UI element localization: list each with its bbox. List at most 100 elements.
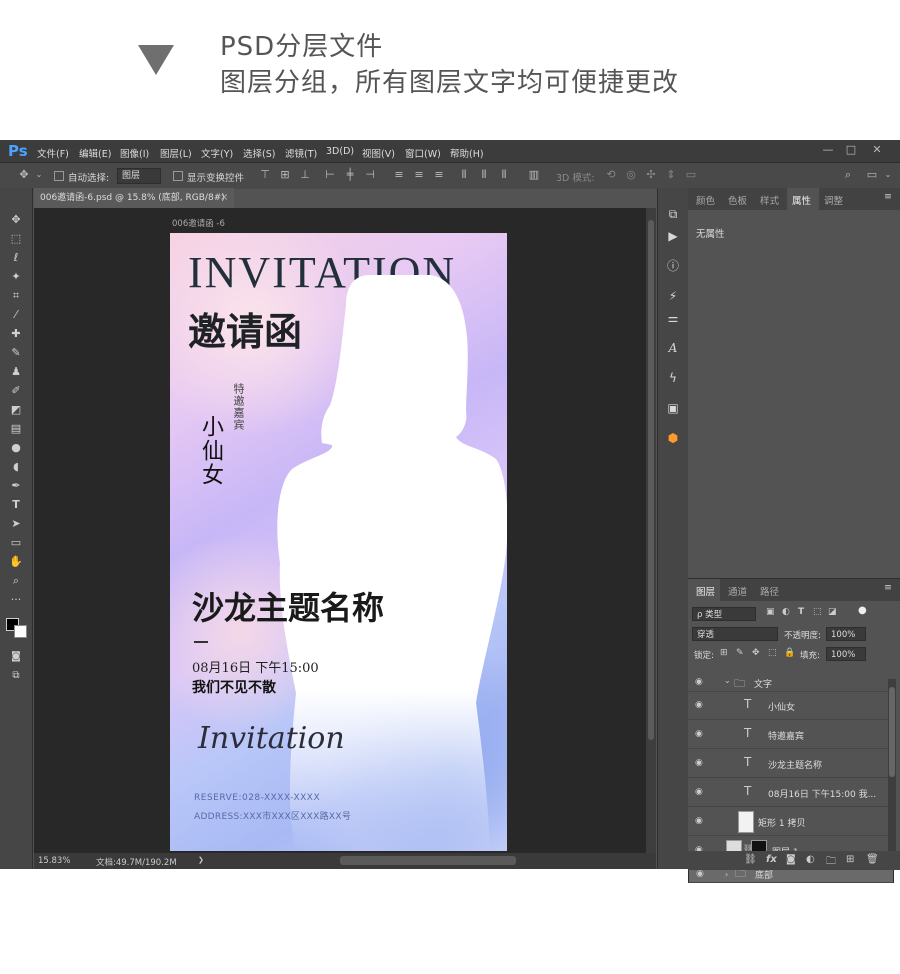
eye-icon[interactable]: ◉ [696,869,706,879]
hand-tool-icon[interactable]: ✋ [8,554,24,570]
clone-stamp-icon[interactable]: ♟ [8,364,24,380]
adjustment-layer-icon[interactable]: ◐ [806,854,815,865]
search-icon[interactable]: ⌕ [842,169,854,181]
tab-swatches[interactable]: 色板 [728,193,747,207]
link-layers-icon[interactable]: ⛓ [744,854,757,865]
menu-view[interactable]: 视图(V) [362,146,395,160]
blend-mode-dropdown[interactable]: 穿透 [692,627,778,641]
chevron-right-icon[interactable]: › [725,868,728,882]
distribute-top-icon[interactable]: ≡ [393,169,405,181]
close-window-button[interactable]: ✕ [869,143,885,157]
menu-filter[interactable]: 滤镜(T) [285,146,317,160]
status-arrow-icon[interactable]: ❯ [198,856,204,864]
new-layer-icon[interactable]: ⊞ [846,854,854,865]
libraries-icon[interactable]: ▣ [665,400,681,416]
healing-brush-icon[interactable]: ✚ [8,326,24,342]
align-hcenter-icon[interactable]: ╪ [344,169,356,181]
eraser-tool-icon[interactable]: ◩ [8,402,24,418]
marquee-tool-icon[interactable]: ⬚ [8,231,24,247]
3d-slide-icon[interactable]: ⇕ [665,169,677,181]
menu-layer[interactable]: 图层(L) [160,146,192,160]
close-tab-icon[interactable]: × [220,192,228,203]
lasso-tool-icon[interactable]: ℓ [8,250,24,266]
zoom-tool-icon[interactable]: ⌕ [8,573,24,589]
layer-row[interactable]: ◉ T 沙龙主题名称 [688,749,888,778]
zoom-level[interactable]: 15.83% [38,856,70,866]
character-panel-icon[interactable]: A [665,340,681,356]
gradient-tool-icon[interactable]: ▤ [8,421,24,437]
auto-select-checkbox[interactable] [54,171,64,181]
distribute-left-icon[interactable]: ⦀ [458,169,470,181]
panel-menu-icon[interactable]: ≡ [884,191,892,202]
fx-icon[interactable]: fx [766,854,777,865]
tab-styles[interactable]: 样式 [760,193,779,207]
scroll-thumb[interactable] [889,687,895,777]
eye-icon[interactable]: ◉ [695,787,705,797]
3d-scale-icon[interactable]: ▭ [685,169,697,181]
layer-row[interactable]: ◉ T 08月16日 下午15:00 我... [688,778,888,807]
scroll-thumb[interactable] [648,220,654,740]
panel-menu-icon[interactable]: ≡ [884,582,892,593]
layers-scrollbar[interactable] [888,679,896,859]
tab-properties[interactable]: 属性 [792,193,811,207]
add-mask-icon[interactable]: ◙ [786,854,796,865]
info-icon[interactable]: ⓘ [665,258,681,274]
menu-select[interactable]: 选择(S) [243,146,275,160]
menu-image[interactable]: 图像(I) [120,146,149,160]
blur-tool-icon[interactable]: ● [8,440,24,456]
align-top-icon[interactable]: ⊤ [259,169,271,181]
eye-icon[interactable]: ◉ [695,677,705,687]
menu-type[interactable]: 文字(Y) [201,146,233,160]
horizontal-scroll-thumb[interactable] [340,856,516,865]
distribute-right-icon[interactable]: ⦀ [498,169,510,181]
lock-all-icon[interactable]: 🔒 [784,648,795,658]
layer-row[interactable]: ◉ T 特邀嘉宾 [688,720,888,749]
chevron-down-icon[interactable]: ⌄ [724,676,731,685]
filter-shape-icon[interactable]: ⬚ [813,607,822,617]
layer-row-group-text[interactable]: ◉ ⌄ 🗀 文字 [688,673,888,692]
3d-cube-icon[interactable]: ⬢ [665,430,681,446]
more-tools-icon[interactable]: ··· [8,592,24,608]
path-select-icon[interactable]: ➤ [8,516,24,532]
menu-file[interactable]: 文件(F) [37,146,69,160]
move-tool-icon[interactable]: ✥ [8,212,24,228]
lock-position-icon[interactable]: ✥ [752,648,760,658]
layer-filter-dropdown[interactable]: ρ 类型 [692,607,756,621]
chevron-down-icon[interactable]: ⌄ [33,169,45,181]
eye-icon[interactable]: ◉ [695,729,705,739]
minimize-button[interactable]: — [820,143,836,157]
menu-window[interactable]: 窗口(W) [405,146,441,160]
pen-tool-icon[interactable]: ✒ [8,478,24,494]
workspace-icon[interactable]: ▭ [866,169,878,181]
filter-toggle-icon[interactable]: ● [858,605,867,616]
layer-row[interactable]: ◉ 矩形 1 拷贝 [688,807,888,836]
tab-color[interactable]: 颜色 [696,193,715,207]
align-left-icon[interactable]: ⊢ [324,169,336,181]
align-right-icon[interactable]: ⊣ [364,169,376,181]
eyedropper-icon[interactable]: ⁄ [8,307,24,323]
filter-type-icon[interactable]: T [798,607,804,617]
3d-roll-icon[interactable]: ◎ [625,169,637,181]
filter-adjust-icon[interactable]: ◐ [782,607,790,617]
lock-pixels-icon[interactable]: ✎ [736,648,744,658]
filter-pixel-icon[interactable]: ▣ [766,607,775,617]
magic-wand-icon[interactable]: ✦ [8,269,24,285]
eye-icon[interactable]: ◉ [695,758,705,768]
menu-help[interactable]: 帮助(H) [450,146,484,160]
tab-channels[interactable]: 通道 [728,584,747,598]
tab-layers[interactable]: 图层 [696,584,715,598]
artboard[interactable]: INVITATION 邀请函 特邀嘉宾 小仙女 沙龙主题名称 08月16日 下午… [170,233,507,851]
move-tool-icon[interactable]: ✥ [18,169,30,181]
adjust-sliders-icon[interactable]: ⚌ [665,310,681,326]
vertical-scrollbar[interactable] [646,208,656,853]
lock-transparent-icon[interactable]: ⊞ [720,648,728,658]
quick-mask-icon[interactable]: ◙ [8,649,24,665]
align-vcenter-icon[interactable]: ⊞ [279,169,291,181]
brush-settings-icon[interactable]: ⚡ [665,288,681,304]
lock-artboard-icon[interactable]: ⬚ [768,648,777,658]
fill-input[interactable]: 100% [826,647,866,661]
menu-edit[interactable]: 编辑(E) [79,146,111,160]
3d-rotate-icon[interactable]: ⟲ [605,169,617,181]
eye-icon[interactable]: ◉ [695,816,705,826]
paths-icon[interactable]: ϟ [665,370,681,386]
